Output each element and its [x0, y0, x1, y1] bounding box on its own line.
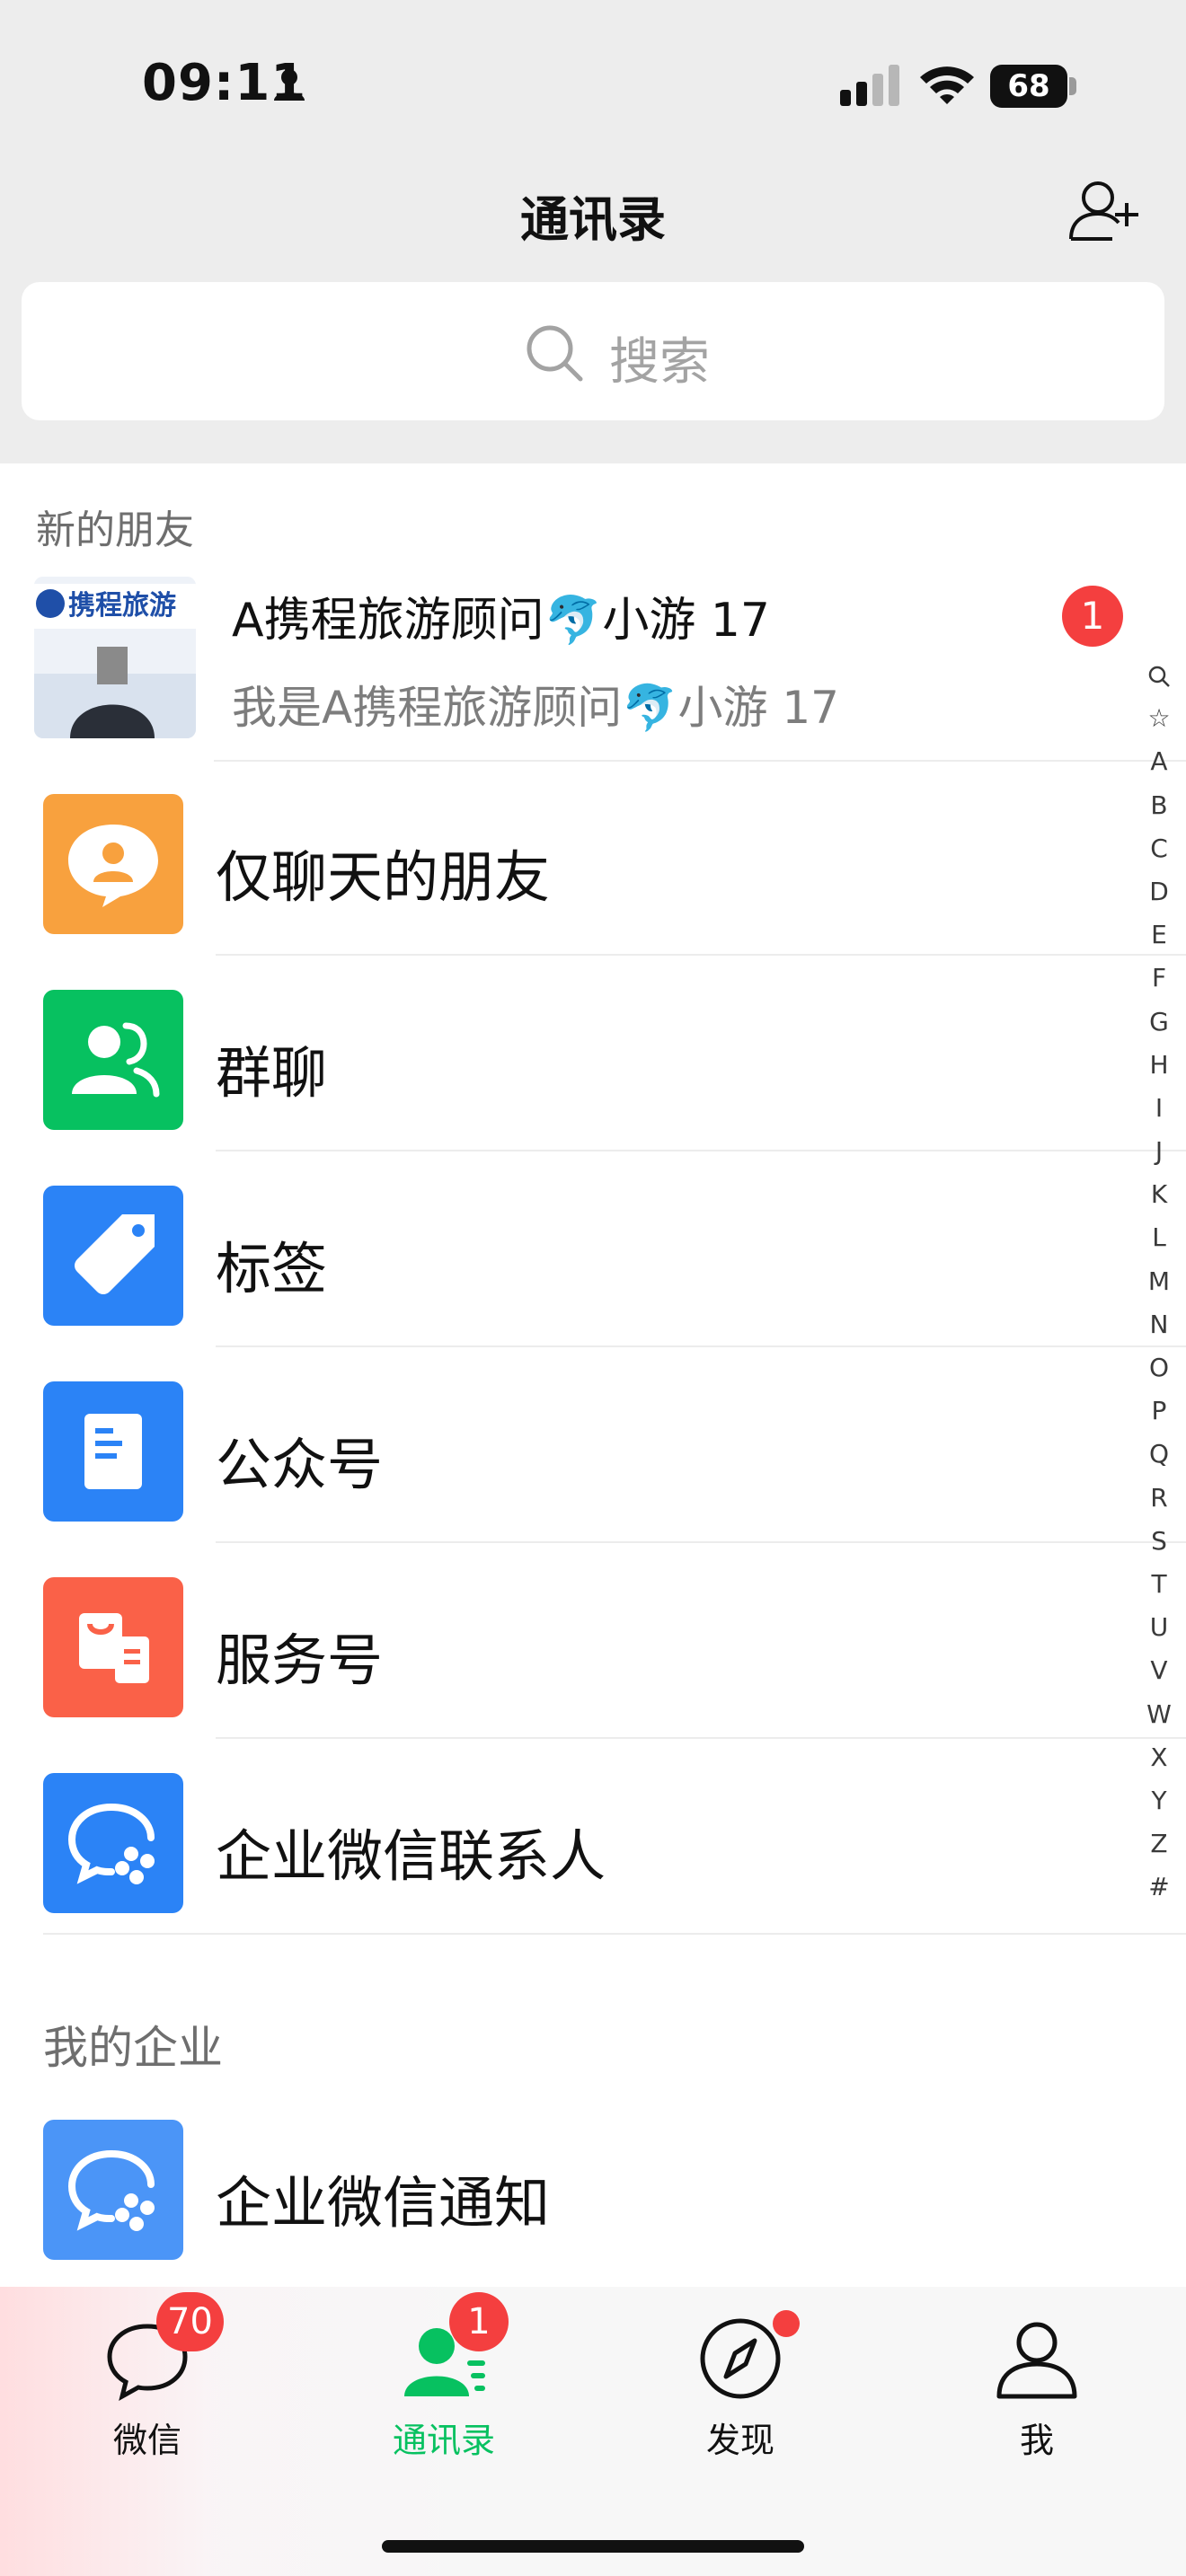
search-icon: [527, 325, 583, 382]
wecom-notification-icon: [43, 2120, 183, 2260]
index-letter[interactable]: Y: [1141, 1779, 1177, 1822]
search-placeholder: 搜索: [609, 333, 710, 392]
cellular-signal-icon: [840, 65, 899, 106]
index-letter[interactable]: K: [1141, 1173, 1177, 1216]
page-title: 通讯录: [520, 191, 666, 248]
index-letter[interactable]: T: [1141, 1563, 1177, 1606]
row-tags[interactable]: 标签: [0, 1151, 1186, 1347]
tab-chats[interactable]: 微信 70: [58, 2292, 237, 2475]
tab-discover[interactable]: 发现: [651, 2310, 830, 2475]
home-indicator: [382, 2540, 804, 2553]
status-bar: 09:11 68: [0, 0, 1186, 171]
section-label-my-enterprise: 我的企业: [43, 2022, 223, 2074]
index-letter[interactable]: F: [1141, 957, 1177, 1000]
index-letter[interactable]: E: [1141, 913, 1177, 957]
search-bar[interactable]: 搜索: [22, 282, 1164, 420]
index-letter[interactable]: V: [1141, 1649, 1177, 1692]
tab-label: 通讯录: [392, 2421, 495, 2460]
row-group-chats[interactable]: 群聊: [0, 956, 1186, 1151]
row-label: 标签: [216, 1236, 328, 1301]
service-account-icon: [43, 1577, 183, 1717]
row-label: 公众号: [216, 1432, 384, 1497]
index-letter[interactable]: S: [1141, 1520, 1177, 1563]
tab-badge: 70: [156, 2292, 224, 2351]
person-status-icon: [274, 69, 305, 101]
index-letter[interactable]: P: [1141, 1389, 1177, 1433]
index-letter[interactable]: ☆: [1141, 697, 1177, 740]
index-letter[interactable]: H: [1141, 1044, 1177, 1087]
index-letter[interactable]: G: [1141, 1001, 1177, 1044]
new-friend-message: 我是A携程旅游顾问🐬小游 17: [232, 682, 839, 734]
wifi-icon: [920, 66, 974, 104]
row-label: 仅聊天的朋友: [216, 844, 551, 910]
index-letter[interactable]: U: [1141, 1606, 1177, 1649]
tab-label: 微信: [112, 2421, 181, 2460]
avatar: 携程旅游: [34, 577, 196, 738]
battery-indicator: 68: [990, 65, 1076, 108]
index-letter[interactable]: R: [1141, 1477, 1177, 1520]
add-friend-icon[interactable]: [1067, 176, 1139, 244]
index-letter[interactable]: O: [1141, 1346, 1177, 1389]
index-letter[interactable]: L: [1141, 1216, 1177, 1259]
row-chat-only-friends[interactable]: 仅聊天的朋友: [0, 760, 1186, 956]
chat-only-friend-icon: [43, 794, 183, 934]
index-letter[interactable]: J: [1141, 1130, 1177, 1173]
row-label: 服务号: [216, 1628, 384, 1693]
person-icon: [996, 2322, 1077, 2399]
index-letter[interactable]: Z: [1141, 1822, 1177, 1866]
avatar-brand-text: 携程旅游: [68, 591, 176, 621]
row-wecom-contacts[interactable]: 企业微信联系人: [0, 1739, 1186, 1935]
top-bar: 09:11 68 通讯录 搜索: [0, 0, 1186, 463]
group-chat-icon: [43, 990, 183, 1130]
index-letter[interactable]: M: [1141, 1260, 1177, 1303]
section-label-new-friends: 新的朋友: [36, 507, 194, 553]
tag-icon: [43, 1186, 183, 1326]
row-service-accounts[interactable]: 服务号: [0, 1543, 1186, 1739]
battery-level: 68: [990, 65, 1067, 108]
row-label: 企业微信通知: [216, 2170, 551, 2236]
discover-dot: [773, 2310, 800, 2337]
tab-bar: 微信 70 通讯录 1 发现 我: [0, 2287, 1186, 2576]
index-letter[interactable]: D: [1141, 870, 1177, 913]
official-account-icon: [43, 1381, 183, 1522]
index-search-icon[interactable]: [1141, 654, 1177, 697]
new-friend-badge: 1: [1062, 586, 1123, 647]
index-letter[interactable]: #: [1141, 1866, 1177, 1909]
row-label: 群聊: [216, 1040, 328, 1106]
tab-badge: 1: [449, 2292, 509, 2351]
tab-label: 我: [1019, 2421, 1054, 2460]
new-friend-request[interactable]: 携程旅游 A携程旅游顾问🐬小游 17 我是A携程旅游顾问🐬小游 17 1: [0, 566, 1186, 758]
compass-icon: [700, 2318, 781, 2399]
index-letter[interactable]: B: [1141, 784, 1177, 827]
wecom-contacts-icon: [43, 1773, 183, 1913]
index-letter[interactable]: X: [1141, 1736, 1177, 1779]
alphabet-index[interactable]: ☆ A B C D E F G H I J K L M N O P Q R S …: [1141, 654, 1177, 1909]
row-wecom-notifications[interactable]: 企业微信通知: [0, 2086, 1186, 2281]
row-label: 企业微信联系人: [216, 1823, 606, 1889]
index-letter[interactable]: A: [1141, 740, 1177, 783]
tab-me[interactable]: 我: [947, 2314, 1127, 2475]
row-official-accounts[interactable]: 公众号: [0, 1347, 1186, 1543]
index-letter[interactable]: I: [1141, 1087, 1177, 1130]
index-letter[interactable]: W: [1141, 1693, 1177, 1736]
index-letter[interactable]: N: [1141, 1303, 1177, 1346]
new-friend-name: A携程旅游顾问🐬小游 17: [232, 594, 771, 648]
tab-contacts[interactable]: 通讯录 1: [354, 2292, 534, 2475]
index-letter[interactable]: C: [1141, 827, 1177, 870]
index-letter[interactable]: Q: [1141, 1433, 1177, 1476]
tab-label: 发现: [705, 2421, 774, 2460]
